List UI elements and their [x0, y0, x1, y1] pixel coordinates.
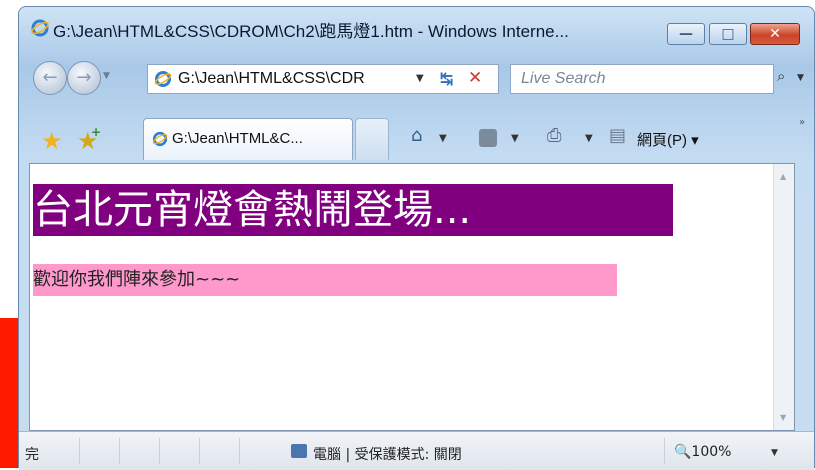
- page-menu-icon[interactable]: ▤: [609, 125, 626, 146]
- status-divider: [199, 438, 200, 464]
- home-dropdown-icon[interactable]: ▼: [439, 133, 447, 144]
- search-icon[interactable]: ⌕: [777, 67, 785, 85]
- stop-icon[interactable]: ✕: [468, 68, 482, 88]
- refresh-icon[interactable]: ↹: [440, 69, 453, 88]
- status-divider: [159, 438, 160, 464]
- browser-window: G:\Jean\HTML&CSS\CDROM\Ch2\跑馬燈1.htm - Wi…: [18, 6, 815, 470]
- zoom-dropdown-icon[interactable]: ▼: [771, 448, 778, 458]
- page-ie-icon: [154, 71, 172, 87]
- computer-zone-icon: [291, 444, 307, 458]
- toolbar-overflow-icon[interactable]: »: [799, 117, 805, 128]
- tab-current-page[interactable]: G:\Jean\HTML&C...: [143, 118, 353, 160]
- address-bar[interactable]: G:\Jean\HTML&CSS\CDR ▼ ↹ ✕: [147, 64, 499, 94]
- minimize-button[interactable]: —: [667, 23, 705, 45]
- feeds-icon[interactable]: [479, 129, 497, 147]
- new-tab-button[interactable]: [355, 118, 389, 160]
- add-to-favorites-icon[interactable]: ★ +: [77, 125, 101, 155]
- status-text: 完: [25, 447, 39, 463]
- page-menu-button[interactable]: 網頁(P) ▾: [637, 129, 699, 150]
- print-dropdown-icon[interactable]: ▼: [585, 133, 593, 144]
- feeds-dropdown-icon[interactable]: ▼: [511, 133, 519, 144]
- tab-ie-icon: [152, 131, 168, 147]
- status-divider: [239, 438, 240, 464]
- recent-pages-dropdown-icon[interactable]: ▼: [103, 71, 110, 81]
- page-paragraph: 歡迎你我們陣來參加~~~: [33, 264, 617, 296]
- address-dropdown-icon[interactable]: ▼: [416, 73, 424, 84]
- security-zone[interactable]: 電腦 | 受保護模式: 關閉: [313, 444, 462, 464]
- maximize-button[interactable]: □: [709, 23, 747, 45]
- minimize-icon: —: [679, 26, 693, 42]
- status-divider: [664, 438, 665, 464]
- address-input[interactable]: G:\Jean\HTML&CSS\CDR: [178, 70, 365, 88]
- back-arrow-icon: ←: [42, 67, 58, 88]
- window-title: G:\Jean\HTML&CSS\CDROM\Ch2\跑馬燈1.htm - Wi…: [53, 22, 569, 41]
- status-divider: [79, 438, 80, 464]
- print-icon[interactable]: ⎙: [547, 125, 561, 146]
- zoom-level[interactable]: 🔍100%: [674, 444, 731, 460]
- tab-label: G:\Jean\HTML&C...: [172, 130, 303, 147]
- home-icon[interactable]: ⌂: [411, 125, 422, 146]
- scroll-up-icon[interactable]: ▲: [780, 172, 786, 181]
- status-bar: 完 電腦 | 受保護模式: 關閉 🔍100% ▼: [19, 431, 814, 470]
- search-box[interactable]: Live Search: [510, 64, 774, 94]
- scroll-down-icon[interactable]: ▼: [780, 413, 786, 422]
- search-options-dropdown-icon[interactable]: ▼: [797, 73, 804, 83]
- close-button[interactable]: ✕: [750, 23, 800, 45]
- favorites-center-icon[interactable]: ★: [41, 127, 63, 155]
- page-heading: 台北元宵燈會熱鬧登場...: [33, 184, 673, 236]
- status-divider: [119, 438, 120, 464]
- back-button[interactable]: ←: [33, 61, 67, 95]
- forward-button[interactable]: →: [67, 61, 101, 95]
- page-content: 台北元宵燈會熱鬧登場... 歡迎你我們陣來參加~~~ ▲ ▼: [29, 163, 795, 431]
- forward-arrow-icon: →: [76, 67, 92, 88]
- close-icon: ✕: [769, 26, 781, 42]
- title-bar[interactable]: G:\Jean\HTML&CSS\CDROM\Ch2\跑馬燈1.htm - Wi…: [19, 7, 814, 47]
- search-input[interactable]: Live Search: [521, 70, 606, 88]
- maximize-icon: □: [721, 26, 735, 42]
- vertical-scrollbar[interactable]: ▲ ▼: [773, 164, 794, 430]
- ie-logo-icon: [31, 19, 49, 37]
